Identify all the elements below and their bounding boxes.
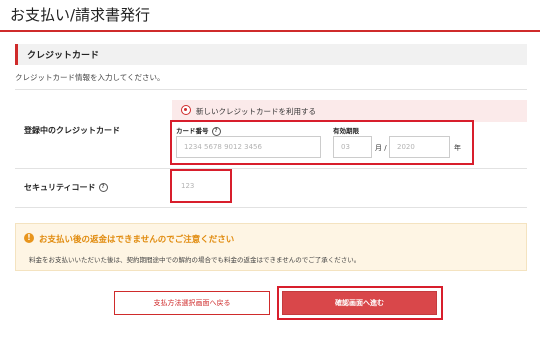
- proceed-to-confirm-button[interactable]: 確認画面へ進む: [282, 291, 437, 315]
- back-to-payment-method-button[interactable]: 支払方法選択画面へ戻る: [114, 291, 270, 315]
- page-title: お支払い/請求書発行: [10, 6, 151, 24]
- notice-text: 料金をお支払いいただいた後は、契約期間途中での解約の場合でも料金の返金はできませ…: [29, 256, 361, 264]
- expiry-year-input[interactable]: [389, 136, 450, 158]
- help-icon[interactable]: ?: [211, 126, 221, 136]
- new-card-option[interactable]: 新しいクレジットカードを利用する: [172, 100, 527, 122]
- divider: [15, 89, 527, 90]
- radio-selected-icon[interactable]: [181, 105, 191, 115]
- registered-card-label: 登録中のクレジットカード: [24, 126, 120, 135]
- expiry-label: 有効期限: [333, 127, 359, 135]
- title-divider: [0, 30, 540, 32]
- divider: [15, 207, 527, 208]
- security-code-input[interactable]: [174, 175, 226, 197]
- month-unit: 月 /: [375, 144, 387, 152]
- warning-icon: !: [24, 233, 34, 243]
- refund-notice: ! お支払い後の返金はできませんのでご注意ください 料金をお支払いいただいた後は…: [15, 223, 527, 271]
- new-card-option-label: 新しいクレジットカードを利用する: [196, 107, 316, 116]
- help-icon[interactable]: ?: [98, 183, 108, 192]
- expiry-month-input[interactable]: [333, 136, 372, 158]
- year-unit: 年: [454, 144, 461, 152]
- card-number-input[interactable]: [176, 136, 321, 158]
- section-heading: クレジットカード: [27, 51, 100, 61]
- security-code-label-text: セキュリティコード: [24, 183, 96, 192]
- security-code-label: セキュリティコード?: [24, 182, 108, 193]
- intro-text: クレジットカード情報を入力してください。: [15, 73, 165, 82]
- divider: [15, 168, 527, 169]
- section-header: クレジットカード: [15, 44, 527, 65]
- notice-title: お支払い後の返金はできませんのでご注意ください: [39, 235, 235, 245]
- card-number-label-text: カード番号: [176, 127, 209, 135]
- card-number-label: カード番号?: [176, 125, 221, 136]
